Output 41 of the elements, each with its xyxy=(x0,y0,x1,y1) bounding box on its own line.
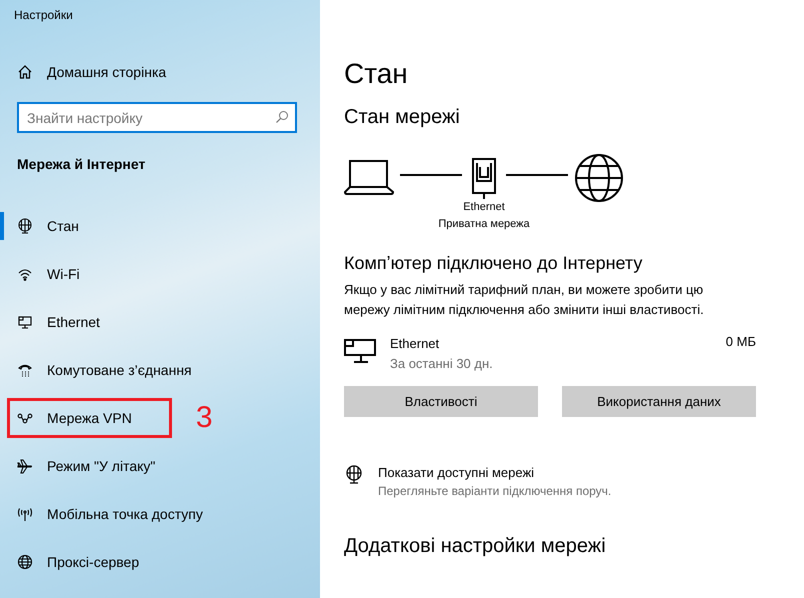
nav-item[interactable]: Режим "У літаку" xyxy=(0,452,160,480)
nav-item[interactable]: Мобільна точка доступу xyxy=(0,500,207,528)
nav-item[interactable]: Мережа VPN xyxy=(7,398,172,438)
ethernet-port-icon xyxy=(471,157,497,199)
connection-period: За останні 30 дн. xyxy=(390,355,494,373)
phone-icon xyxy=(17,362,33,378)
action-button[interactable]: Властивості xyxy=(344,386,538,417)
search-icon xyxy=(275,110,289,124)
home-icon xyxy=(17,64,33,80)
section-heading: Мережа й Інтернет xyxy=(17,156,146,172)
connection-line xyxy=(400,174,462,176)
nav-item[interactable]: Wi-Fi xyxy=(0,260,84,288)
connection-name: Ethernet xyxy=(390,335,440,353)
monitor-icon xyxy=(17,314,33,330)
section-heading: Додаткові настройки мережі xyxy=(344,535,607,558)
window-title: Настройки xyxy=(14,8,74,24)
monitor-icon xyxy=(344,338,378,364)
show-networks-link[interactable]: Показати доступні мережі Перегляньте варіанти підключення поруч. xyxy=(344,463,612,501)
connection-line xyxy=(506,174,568,176)
globe-monitor-icon xyxy=(17,218,33,234)
data-usage: 0 МБ xyxy=(726,334,756,349)
adapter-label: Ethernet xyxy=(463,200,505,215)
antenna-icon xyxy=(17,506,33,522)
airplane-icon xyxy=(17,458,33,474)
section-heading: Стан мережі xyxy=(344,106,461,129)
globe-monitor-icon xyxy=(344,465,364,485)
home-nav-item[interactable]: Домашня сторінка xyxy=(17,62,166,82)
status-heading: Компʼютер підключено до Інтернету xyxy=(344,253,644,274)
search-field[interactable]: Знайти настройку xyxy=(17,102,297,133)
page-title: Стан xyxy=(344,58,409,90)
nav-item[interactable]: Комутоване з’єднання xyxy=(0,356,196,384)
network-profile-label: Приватна мережа xyxy=(438,217,530,232)
nav-item[interactable]: Стан xyxy=(0,212,83,240)
status-description: Якщо у вас лімітний тарифний план, ви можете зробити цю мережу лімітним підключення або змінити інші властивості. xyxy=(344,281,705,319)
annotation-number: 3 xyxy=(196,401,213,435)
laptop-icon xyxy=(344,159,394,195)
nav-item[interactable]: Ethernet xyxy=(0,308,104,336)
action-button[interactable]: Використання даних xyxy=(562,386,756,417)
globe-icon xyxy=(574,153,624,203)
nav-item[interactable]: Проксі-сервер xyxy=(0,548,144,576)
globe-icon xyxy=(17,554,33,570)
